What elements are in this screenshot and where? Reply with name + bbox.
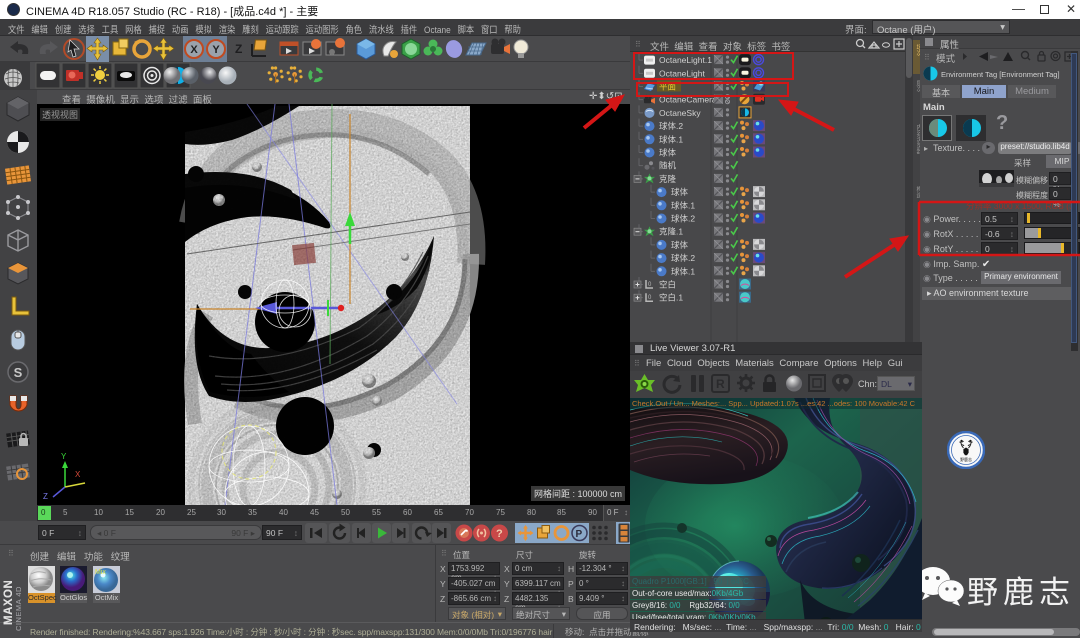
svg-text:X: X (75, 470, 81, 479)
svg-text:球体: 球体 (671, 240, 689, 250)
svg-text:球体: 球体 (671, 187, 689, 197)
svg-text:球体.1: 球体.1 (659, 134, 683, 144)
svg-text:0: 0 (648, 282, 652, 288)
svg-text:P: P (576, 529, 583, 540)
svg-text:Mix: Mix (95, 569, 106, 576)
svg-text:克隆: 克隆 (659, 174, 677, 184)
svg-text:Y: Y (212, 44, 220, 56)
svg-text:S: S (14, 365, 23, 380)
svg-text:Z: Z (43, 492, 48, 501)
svg-text:Z: Z (235, 42, 242, 56)
svg-text:Check.Out / Un... Meshes:...: Check.Out / Un... Meshes:... Spp... Upda… (632, 399, 916, 408)
svg-text:R: R (716, 377, 725, 391)
svg-text:野鹿志: 野鹿志 (960, 456, 972, 462)
svg-text:OctaneSky: OctaneSky (659, 108, 701, 118)
svg-text:OctaneCamera: OctaneCamera (659, 95, 717, 105)
svg-text:平面: 平面 (659, 82, 677, 92)
svg-text:空白: 空白 (659, 280, 676, 290)
svg-text:球体.1: 球体.1 (671, 200, 695, 210)
svg-text:克隆.1: 克隆.1 (659, 227, 683, 237)
svg-text:OctaneLight: OctaneLight (659, 68, 705, 78)
svg-text:Y: Y (61, 452, 67, 461)
svg-text:X: X (190, 44, 198, 56)
svg-text:0: 0 (648, 295, 652, 301)
svg-text:球体.2: 球体.2 (671, 253, 695, 263)
svg-text:?: ? (496, 528, 503, 540)
svg-text:空白.1: 空白.1 (659, 293, 683, 303)
svg-text:OctaneLight.1: OctaneLight.1 (659, 55, 712, 65)
svg-text:球体.2: 球体.2 (659, 121, 683, 131)
svg-text:随机: 随机 (659, 161, 677, 171)
svg-text:球体: 球体 (659, 148, 677, 158)
svg-text:球体.1: 球体.1 (671, 266, 695, 276)
svg-text:球体.2: 球体.2 (671, 214, 695, 224)
